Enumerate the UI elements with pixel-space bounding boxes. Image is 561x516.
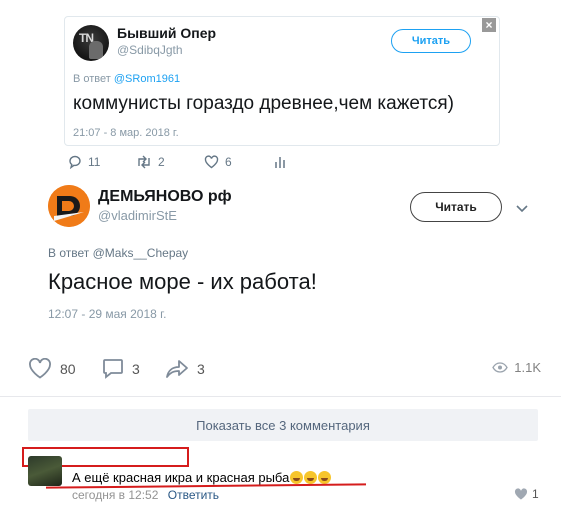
laughing-emoji-icon: [304, 471, 318, 484]
comment-body: А ещё красная икра и красная рыба: [72, 470, 290, 485]
tweet-author-handle[interactable]: @vladimirStE: [98, 208, 177, 223]
views-counter: 1.1K: [492, 360, 541, 375]
divider: [0, 396, 561, 397]
share-button[interactable]: 3: [165, 358, 205, 379]
close-icon[interactable]: ×: [482, 18, 496, 32]
like-count: 80: [60, 360, 76, 377]
like-count: 6: [225, 155, 232, 169]
heart-icon: [204, 155, 219, 169]
reply-icon: [69, 155, 81, 169]
share-icon: [166, 360, 188, 378]
tweet-timestamp[interactable]: 21:07 - 8 мар. 2018 г.: [73, 127, 179, 139]
tweet-author-avatar[interactable]: [48, 185, 90, 227]
analytics-icon: [275, 157, 285, 168]
comment-like-button[interactable]: 1: [514, 487, 539, 501]
comment-timestamp[interactable]: сегодня в 12:52: [72, 488, 158, 502]
analytics-action[interactable]: [274, 155, 286, 169]
views-count: 1.1K: [514, 360, 541, 375]
comment-icon: [103, 359, 123, 379]
comment-text: А ещё красная икра и красная рыба: [72, 470, 332, 485]
like-action[interactable]: 6: [204, 155, 232, 169]
tweet-timestamp[interactable]: 12:07 - 29 мая 2018 г.: [48, 307, 166, 321]
comment-meta: сегодня в 12:52 Ответить: [72, 488, 219, 502]
retweet-count: 2: [158, 155, 165, 169]
show-all-comments-button[interactable]: Показать все 3 комментария: [28, 409, 538, 441]
commenter-avatar[interactable]: [28, 456, 62, 486]
heart-icon: [29, 358, 51, 379]
heart-icon: [514, 488, 528, 500]
follow-button[interactable]: Читать: [391, 29, 471, 53]
reply-count: 11: [88, 155, 101, 169]
brand-logo-icon: [48, 185, 90, 227]
tweet-author-handle[interactable]: @SdibqJgth: [117, 43, 183, 57]
reply-prefix: В ответ: [48, 246, 90, 260]
reply-action[interactable]: 11: [68, 155, 100, 169]
tweet-text: Красное море - их работа!: [48, 269, 317, 294]
follow-button[interactable]: Читать: [410, 192, 502, 222]
like-button[interactable]: 80: [28, 358, 76, 379]
reply-to-line: В ответ @Maks__Chepay: [48, 246, 188, 260]
comment-button[interactable]: 3: [102, 358, 140, 379]
embedded-tweet-card: TN Бывший Опер @SdibqJgth Читать В ответ…: [64, 16, 500, 146]
tweet-author-avatar[interactable]: TN: [73, 25, 109, 61]
reply-to-link[interactable]: @Maks__Chepay: [93, 246, 189, 260]
retweet-icon: [138, 155, 150, 169]
comment-like-count: 1: [532, 487, 539, 501]
post-action-bar: 80 3 3 1.1K: [0, 352, 561, 386]
commenter-name-obscured[interactable]: [76, 454, 79, 466]
comment-reply-link[interactable]: Ответить: [168, 488, 219, 502]
laughing-emoji-icon: [290, 471, 304, 484]
share-count: 3: [197, 360, 205, 377]
laughing-emoji-icon: [318, 471, 332, 484]
chevron-down-icon[interactable]: [516, 200, 528, 218]
reply-prefix: В ответ: [73, 73, 111, 85]
retweet-action[interactable]: 2: [136, 155, 165, 169]
comment-count: 3: [132, 360, 140, 377]
reply-to-line: В ответ @SRom1961: [73, 73, 180, 85]
tweet-text: коммунисты гораздо древнее,чем кажется): [73, 93, 454, 114]
tweet-author-name[interactable]: Бывший Опер: [117, 25, 216, 41]
reply-to-link[interactable]: @SRom1961: [114, 73, 180, 85]
eye-icon: [492, 362, 508, 373]
tweet-author-name[interactable]: ДЕМЬЯНОВО рф: [98, 188, 232, 206]
